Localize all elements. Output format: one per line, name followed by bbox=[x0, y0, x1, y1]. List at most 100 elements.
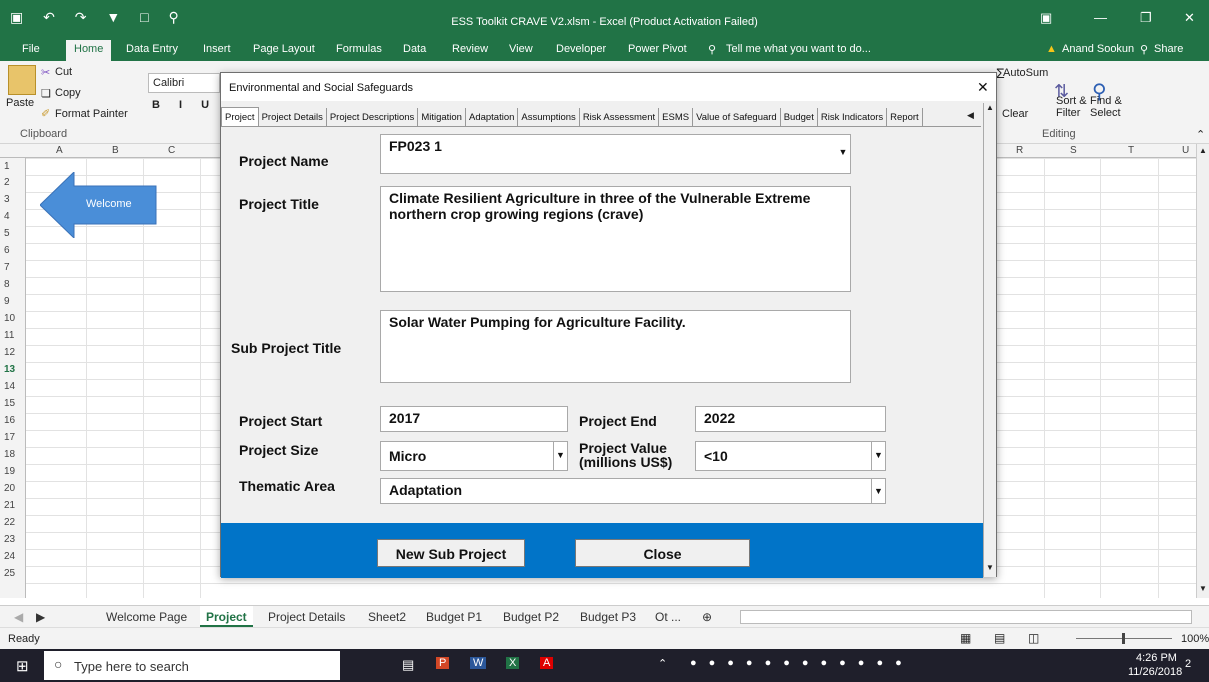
row-header[interactable]: 20 bbox=[4, 483, 15, 494]
task-view-icon[interactable]: ▤ bbox=[402, 657, 414, 673]
tab-adaptation[interactable]: Adaptation bbox=[466, 108, 519, 126]
project-start-field[interactable]: 2017 bbox=[380, 406, 568, 432]
tab-page-layout[interactable]: Page Layout bbox=[253, 43, 315, 55]
font-name-box[interactable]: Calibri bbox=[148, 73, 220, 93]
tab-risk-assessment[interactable]: Risk Assessment bbox=[580, 108, 660, 126]
sheet-tab[interactable]: Welcome Page bbox=[106, 610, 187, 624]
tray-icons[interactable]: ●●●●●●●●●●●● bbox=[690, 657, 914, 669]
tell-me-box[interactable]: Tell me what you want to do... bbox=[726, 43, 871, 55]
row-header[interactable]: 22 bbox=[4, 517, 15, 528]
tab-esms[interactable]: ESMS bbox=[659, 108, 694, 126]
thematic-area-combobox[interactable]: Adaptation ▼ bbox=[380, 478, 886, 504]
row-header[interactable]: 23 bbox=[4, 534, 15, 545]
dropdown-arrow-icon[interactable]: ▼ bbox=[553, 442, 567, 470]
clock-time[interactable]: 4:26 PM bbox=[1136, 652, 1177, 664]
row-header[interactable]: 19 bbox=[4, 466, 15, 477]
close-button[interactable]: Close bbox=[575, 539, 750, 567]
project-title-textarea[interactable]: Climate Resilient Agriculture in three o… bbox=[380, 186, 851, 292]
tab-assumptions[interactable]: Assumptions bbox=[518, 108, 580, 126]
row-header[interactable]: 12 bbox=[4, 347, 15, 358]
project-end-field[interactable]: 2022 bbox=[695, 406, 886, 432]
row-header[interactable]: 18 bbox=[4, 449, 15, 460]
column-header[interactable]: B bbox=[112, 145, 119, 156]
page-break-view-icon[interactable]: ◫ bbox=[1028, 631, 1039, 645]
share-button[interactable]: Share bbox=[1154, 43, 1183, 55]
tab-file[interactable]: File bbox=[22, 43, 40, 55]
row-header[interactable]: 2 bbox=[4, 177, 10, 188]
scroll-up-icon[interactable]: ▲ bbox=[1199, 146, 1207, 155]
tab-value-of-safeguard[interactable]: Value of Safeguard bbox=[693, 108, 781, 126]
find-select-button[interactable]: Find & Select bbox=[1090, 95, 1134, 119]
tab-insert[interactable]: Insert bbox=[203, 43, 231, 55]
tab-report[interactable]: Report bbox=[887, 108, 923, 126]
new-sub-project-button[interactable]: New Sub Project bbox=[377, 539, 525, 567]
row-header[interactable]: 4 bbox=[4, 211, 10, 222]
row-header[interactable]: 16 bbox=[4, 415, 15, 426]
notification-badge[interactable]: 2 bbox=[1185, 658, 1191, 670]
dropdown-arrow-icon[interactable]: ▼ bbox=[871, 479, 885, 503]
paste-icon[interactable] bbox=[8, 65, 36, 95]
tab-view[interactable]: View bbox=[509, 43, 533, 55]
project-size-combobox[interactable]: Micro ▼ bbox=[380, 441, 568, 471]
clock-date[interactable]: 11/26/2018 bbox=[1128, 666, 1182, 678]
project-name-combobox[interactable]: FP023 1 ▼ bbox=[380, 134, 851, 174]
project-value-combobox[interactable]: <10 ▼ bbox=[695, 441, 886, 471]
sheet-tab[interactable]: Sheet2 bbox=[368, 610, 406, 624]
ribbon-display-icon[interactable]: ▣ bbox=[1040, 10, 1052, 26]
tab-project-details[interactable]: Project Details bbox=[259, 108, 327, 126]
row-header[interactable]: 25 bbox=[4, 568, 15, 579]
sub-project-title-textarea[interactable]: Solar Water Pumping for Agriculture Faci… bbox=[380, 310, 851, 383]
dialog-close-icon[interactable]: ✕ bbox=[977, 79, 989, 96]
row-header-selected[interactable]: 13 bbox=[4, 364, 15, 375]
column-header[interactable]: U bbox=[1182, 145, 1189, 156]
zoom-slider-thumb[interactable] bbox=[1122, 633, 1125, 644]
sheet-tab[interactable]: Budget P1 bbox=[426, 610, 482, 624]
page-layout-view-icon[interactable]: ▤ bbox=[994, 631, 1005, 645]
scroll-up-icon[interactable]: ▲ bbox=[986, 103, 994, 112]
copy-button[interactable]: Copy bbox=[55, 87, 81, 99]
vertical-scrollbar[interactable]: ▲ ▼ bbox=[1196, 144, 1209, 598]
row-header[interactable]: 21 bbox=[4, 500, 15, 511]
column-header[interactable]: A bbox=[56, 145, 63, 156]
sheet-tab[interactable]: Budget P3 bbox=[580, 610, 636, 624]
acrobat-icon[interactable]: A bbox=[540, 657, 554, 669]
show-hidden-icons[interactable]: ⌃ bbox=[658, 657, 667, 670]
column-header[interactable]: C bbox=[168, 145, 175, 156]
tab-data[interactable]: Data bbox=[403, 43, 426, 55]
row-header[interactable]: 1 bbox=[4, 161, 10, 172]
row-header[interactable]: 11 bbox=[4, 330, 14, 341]
windows-start-icon[interactable]: ⊞ bbox=[16, 657, 29, 675]
row-header[interactable]: 15 bbox=[4, 398, 15, 409]
row-header[interactable]: 3 bbox=[4, 194, 10, 205]
normal-view-icon[interactable]: ▦ bbox=[960, 631, 971, 645]
sheet-tab[interactable]: Budget P2 bbox=[503, 610, 559, 624]
tab-review[interactable]: Review bbox=[452, 43, 488, 55]
welcome-arrow-button[interactable]: Welcome bbox=[39, 170, 158, 240]
prev-sheet-icon[interactable]: ◀ bbox=[14, 610, 23, 624]
add-sheet-icon[interactable]: ⊕ bbox=[702, 610, 712, 624]
clear-button[interactable]: Clear bbox=[1002, 108, 1028, 120]
collapse-ribbon-icon[interactable]: ⌃ bbox=[1196, 128, 1205, 141]
powerpoint-icon[interactable]: P bbox=[436, 657, 450, 669]
user-name[interactable]: Anand Sookun bbox=[1062, 43, 1134, 55]
row-header[interactable]: 6 bbox=[4, 245, 10, 256]
tab-formulas[interactable]: Formulas bbox=[336, 43, 382, 55]
tab-scroll-left-icon[interactable]: ◀ bbox=[967, 110, 974, 121]
column-header[interactable]: T bbox=[1128, 145, 1134, 156]
tab-mitigation[interactable]: Mitigation bbox=[418, 108, 466, 126]
row-header[interactable]: 5 bbox=[4, 228, 10, 239]
minimize-icon[interactable]: — bbox=[1094, 10, 1107, 25]
sheet-tab[interactable]: Ot ... bbox=[655, 610, 681, 624]
column-header[interactable]: R bbox=[1016, 145, 1023, 156]
dropdown-arrow-icon[interactable]: ▼ bbox=[836, 135, 850, 173]
font-style-buttons[interactable]: B I U bbox=[152, 99, 217, 111]
tab-project-descriptions[interactable]: Project Descriptions bbox=[327, 108, 419, 126]
row-header[interactable]: 24 bbox=[4, 551, 15, 562]
zoom-level[interactable]: 100% bbox=[1181, 633, 1209, 645]
taskbar-search-box[interactable]: ○ Type here to search bbox=[44, 651, 340, 680]
dropdown-arrow-icon[interactable]: ▼ bbox=[871, 442, 885, 470]
paste-button[interactable]: Paste bbox=[6, 97, 34, 109]
tab-project[interactable]: Project bbox=[221, 107, 259, 126]
format-painter-button[interactable]: Format Painter bbox=[55, 108, 128, 120]
tab-data-entry[interactable]: Data Entry bbox=[126, 43, 178, 55]
